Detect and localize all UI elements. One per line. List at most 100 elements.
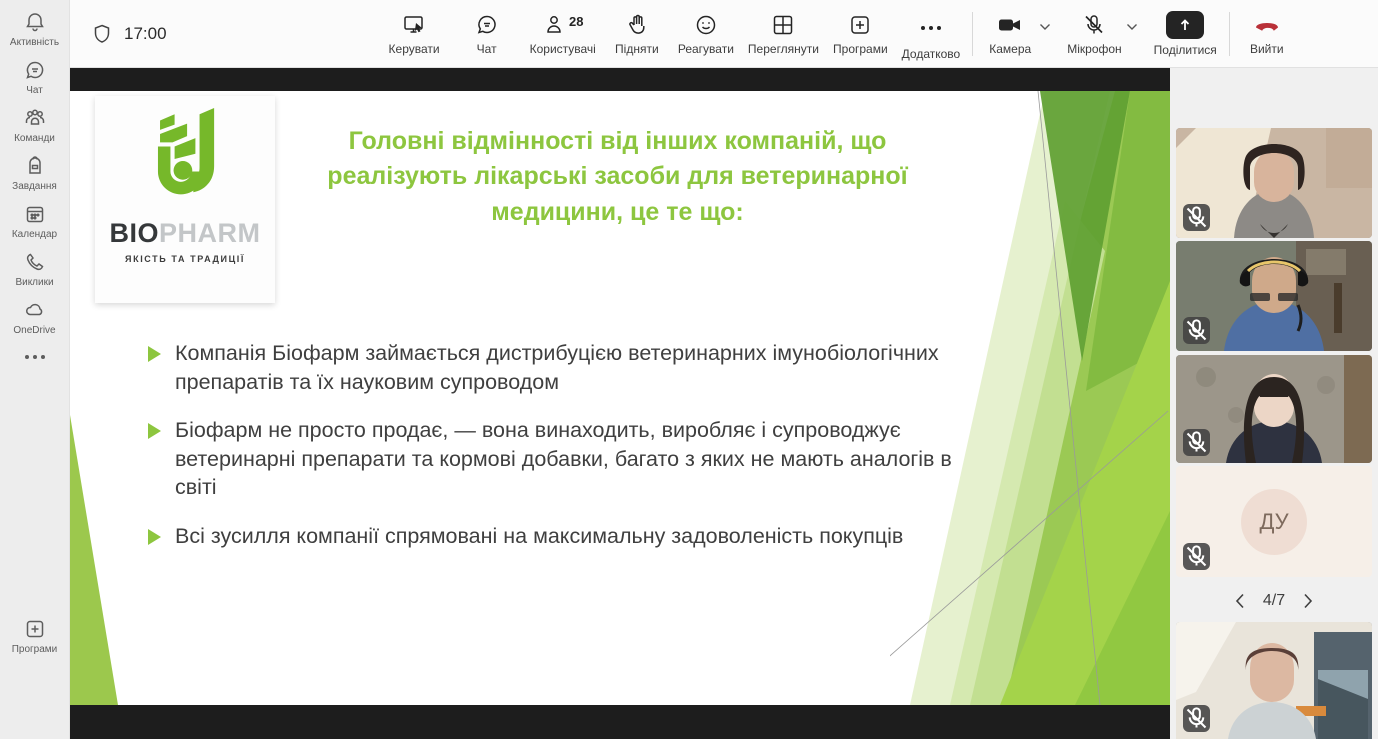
- sidebar-item-chat[interactable]: Чат: [0, 48, 70, 96]
- mic-muted-badge: [1183, 317, 1210, 344]
- pagination-prev-button[interactable]: [1235, 593, 1245, 609]
- sidebar-item-label: OneDrive: [13, 325, 55, 336]
- bullet-text: Біофарм не просто продає, — вона винаход…: [175, 416, 958, 502]
- view-grid-icon: [770, 12, 796, 38]
- more-dots-icon: [23, 346, 47, 364]
- chat-label: Чат: [477, 42, 497, 56]
- camera-icon: [996, 12, 1024, 38]
- people-label: Користувачі: [530, 42, 596, 56]
- sidebar-item-calendar[interactable]: Календар: [0, 192, 70, 240]
- participants-panel: ДУ 4/7: [1170, 68, 1378, 739]
- bullet-item: Всі зусилля компанії спрямовані на макси…: [148, 522, 958, 551]
- chevron-down-icon: [1039, 23, 1051, 31]
- meeting-toolbar: 17:00 Керувати Чат 28 Користувачі Піднят…: [70, 0, 1378, 68]
- apps-button[interactable]: Програми: [829, 4, 892, 64]
- chevron-right-icon: [1303, 593, 1313, 609]
- participants-pagination: 4/7: [1170, 584, 1378, 618]
- slide-bullet-list: Компанія Біофарм займається дистрибуцією…: [148, 339, 958, 571]
- manage-screen-icon: [401, 12, 427, 38]
- sidebar-item-label: Завдання: [12, 181, 57, 192]
- chevron-left-icon: [1235, 593, 1245, 609]
- people-count-badge: 28: [569, 14, 583, 29]
- avatar: ДУ: [1241, 489, 1307, 555]
- participant-video-speaker[interactable]: [1176, 622, 1372, 739]
- mic-muted-icon: [1183, 705, 1210, 732]
- sidebar-item-calls[interactable]: Виклики: [0, 240, 70, 288]
- manage-button[interactable]: Керувати: [385, 4, 444, 64]
- teams-meeting-window: Активність Чат Команди Завдання Календар…: [0, 0, 1378, 739]
- mic-muted-icon: [1183, 429, 1210, 456]
- mic-muted-badge: [1183, 429, 1210, 456]
- sidebar-item-teams[interactable]: Команди: [0, 96, 70, 144]
- view-button[interactable]: Переглянути: [744, 4, 823, 64]
- react-smiley-icon: [693, 12, 719, 38]
- mic-button[interactable]: Мікрофон: [1063, 4, 1125, 64]
- calendar-icon: [23, 202, 47, 226]
- mic-dropdown-chevron[interactable]: [1126, 18, 1138, 36]
- logo-tagline: ЯКІСТЬ ТА ТРАДИЦІЇ: [125, 254, 245, 264]
- toolbar-divider: [1229, 12, 1230, 56]
- mic-muted-icon: [1183, 543, 1210, 570]
- sidebar-item-onedrive[interactable]: OneDrive: [0, 288, 70, 336]
- participant-video-1[interactable]: [1176, 128, 1372, 238]
- slide-left-wedge-decoration: [70, 415, 130, 705]
- assignments-backpack-icon: [23, 154, 47, 178]
- sidebar-item-label: Команди: [14, 133, 55, 144]
- sidebar-item-label: Виклики: [15, 277, 53, 288]
- apps-plus-icon: [847, 12, 873, 38]
- sidebar-more-button[interactable]: [0, 336, 70, 364]
- share-arrow-icon: [1166, 11, 1204, 39]
- camera-button[interactable]: Камера: [981, 4, 1039, 64]
- bell-icon: [23, 10, 47, 34]
- meeting-timer: 17:00: [124, 24, 167, 44]
- mic-muted-badge: [1183, 204, 1210, 231]
- sidebar-item-label: Програми: [12, 644, 58, 655]
- meeting-timer-group: 17:00: [90, 22, 167, 46]
- logo-bio-text: BIO: [109, 218, 159, 248]
- leave-call-icon: [1252, 12, 1282, 38]
- bullet-text: Компанія Біофарм займається дистрибуцією…: [175, 339, 958, 396]
- shield-icon: [90, 22, 114, 46]
- bullet-arrow-icon: [148, 423, 161, 439]
- sidebar-item-assignments[interactable]: Завдання: [0, 144, 70, 192]
- pagination-next-button[interactable]: [1303, 593, 1313, 609]
- mic-muted-icon: [1081, 12, 1107, 38]
- logo-pharm-text: PHARM: [159, 218, 261, 248]
- biopharm-logo: BIOPHARM ЯКІСТЬ ТА ТРАДИЦІЇ: [95, 96, 275, 303]
- people-icon: [542, 12, 566, 38]
- raise-hand-button[interactable]: Підняти: [608, 4, 666, 64]
- leave-button[interactable]: Вийти: [1238, 4, 1296, 64]
- chat-button[interactable]: Чат: [458, 4, 516, 64]
- mic-muted-icon: [1183, 317, 1210, 344]
- participant-video-2[interactable]: [1176, 241, 1372, 351]
- shared-content-stage: BIOPHARM ЯКІСТЬ ТА ТРАДИЦІЇ Головні відм…: [70, 68, 1170, 739]
- bullet-text: Всі зусилля компанії спрямовані на макси…: [175, 522, 903, 551]
- raise-hand-icon: [624, 12, 650, 38]
- view-label: Переглянути: [748, 42, 819, 56]
- sidebar-item-label: Календар: [12, 229, 57, 240]
- mic-label: Мікрофон: [1067, 42, 1121, 56]
- react-button[interactable]: Реагувати: [674, 4, 738, 64]
- teams-people-icon: [22, 106, 48, 130]
- biopharm-logo-mark-icon: [133, 108, 237, 212]
- sidebar-item-apps[interactable]: Програми: [0, 607, 70, 739]
- calls-phone-icon: [23, 250, 47, 274]
- more-actions-button[interactable]: Додатково: [898, 4, 965, 64]
- pagination-label: 4/7: [1263, 592, 1285, 610]
- raise-hand-label: Підняти: [615, 42, 659, 56]
- bullet-item: Біофарм не просто продає, — вона винаход…: [148, 416, 958, 502]
- bullet-item: Компанія Біофарм займається дистрибуцією…: [148, 339, 958, 396]
- share-button[interactable]: Поділитися: [1150, 4, 1221, 64]
- camera-dropdown-chevron[interactable]: [1039, 18, 1051, 36]
- mic-muted-icon: [1183, 204, 1210, 231]
- onedrive-cloud-icon: [22, 298, 48, 322]
- mic-muted-badge: [1183, 705, 1210, 732]
- participant-avatar-tile[interactable]: ДУ: [1176, 466, 1372, 577]
- sidebar-item-activity[interactable]: Активність: [0, 0, 70, 48]
- participant-video-3[interactable]: [1176, 355, 1372, 463]
- sidebar-item-label: Чат: [26, 85, 43, 96]
- app-sidebar: Активність Чат Команди Завдання Календар…: [0, 0, 70, 739]
- apps-plus-icon: [23, 617, 47, 641]
- people-button[interactable]: 28 Користувачі: [526, 4, 600, 64]
- camera-label: Камера: [989, 42, 1031, 56]
